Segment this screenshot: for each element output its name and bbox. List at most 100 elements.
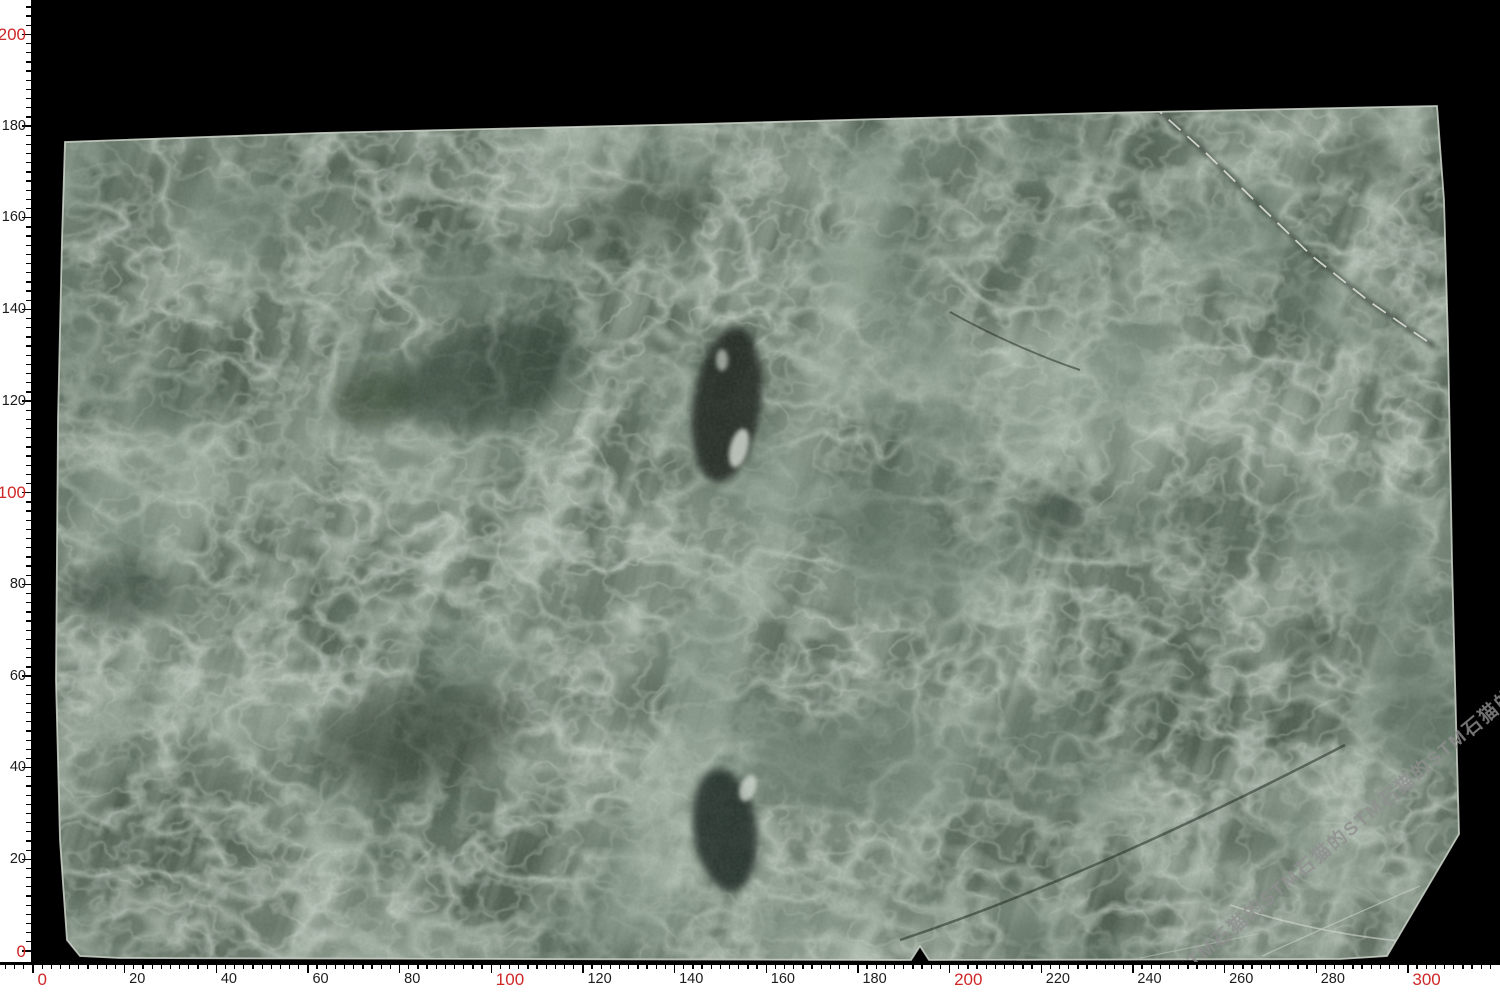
ruler-tick <box>26 776 31 777</box>
ruler-tick <box>371 965 372 970</box>
ruler-tick <box>775 965 776 970</box>
ruler-tick <box>1380 965 1381 970</box>
ruler-tick <box>26 180 31 181</box>
ruler-tick <box>472 965 473 970</box>
ruler-tick <box>619 965 620 970</box>
ruler-tick <box>610 965 611 970</box>
ruler-label: 100 <box>0 484 26 501</box>
ruler-tick <box>766 965 767 974</box>
ruler-tick <box>26 43 31 44</box>
ruler-tick <box>1041 965 1042 974</box>
ruler-label: 60 <box>312 972 328 987</box>
ruler-tick <box>1316 965 1317 974</box>
ruler-tick <box>26 914 31 915</box>
ruler-tick <box>26 840 31 841</box>
ruler-tick <box>1141 965 1142 970</box>
ruler-tick <box>5 965 6 970</box>
ruler-tick <box>582 965 583 974</box>
ruler-tick <box>26 483 31 484</box>
ruler-tick <box>26 740 31 741</box>
ruler-tick <box>1343 965 1344 970</box>
ruler-tick <box>876 965 877 970</box>
ruler-tick <box>289 965 290 970</box>
ruler-tick <box>26 712 31 713</box>
ruler-tick <box>26 437 31 438</box>
ruler-tick <box>1114 965 1115 970</box>
ruler-tick <box>1251 965 1252 970</box>
ruler-label: 160 <box>2 210 26 225</box>
ruler-label: 60 <box>10 669 26 684</box>
ruler-label: 20 <box>129 972 145 987</box>
ruler-label: 160 <box>771 972 795 987</box>
ruler-tick <box>26 70 31 71</box>
ruler-tick <box>252 965 253 970</box>
ruler-tick <box>26 620 31 621</box>
ruler-tick <box>986 965 987 970</box>
ruler-tick <box>1490 965 1491 970</box>
ruler-label: 100 <box>496 971 524 988</box>
ruler-tick <box>69 965 70 970</box>
ruler-label: 260 <box>1229 972 1253 987</box>
ruler-tick <box>78 965 79 970</box>
ruler-tick <box>26 419 31 420</box>
ruler-tick <box>271 965 272 970</box>
ruler-tick <box>26 895 31 896</box>
ruler-tick <box>1297 965 1298 970</box>
ruler-tick <box>536 965 537 970</box>
ruler-tick <box>26 171 31 172</box>
ruler-tick <box>225 965 226 970</box>
ruler-tick <box>26 272 31 273</box>
ruler-tick <box>26 657 31 658</box>
ruler-tick <box>1352 965 1353 970</box>
ruler-tick <box>26 648 31 649</box>
ruler-tick <box>26 373 31 374</box>
ruler-tick <box>1031 965 1032 970</box>
ruler-tick <box>1361 965 1362 970</box>
ruler-tick <box>197 965 198 970</box>
ruler-tick <box>1105 965 1106 970</box>
ruler-tick <box>26 831 31 832</box>
ruler-tick <box>26 190 31 191</box>
ruler-label: 80 <box>10 577 26 592</box>
ruler-tick <box>262 965 263 970</box>
ruler-tick <box>26 98 31 99</box>
ruler-tick <box>518 965 519 970</box>
ruler-tick <box>1334 965 1335 970</box>
ruler-tick <box>26 877 31 878</box>
ruler-tick <box>26 602 31 603</box>
ruler-tick <box>26 465 31 466</box>
ruler-tick <box>381 965 382 970</box>
ruler-tick <box>26 758 31 759</box>
ruler-tick <box>656 965 657 970</box>
ruler-tick <box>967 965 968 970</box>
ruler-tick <box>729 965 730 970</box>
ruler-tick <box>87 965 88 970</box>
ruler-tick <box>1068 965 1069 970</box>
ruler-tick <box>1224 965 1225 974</box>
ruler-tick <box>1416 965 1417 970</box>
ruler-tick <box>637 965 638 970</box>
ruler-tick <box>445 965 446 970</box>
ruler-tick <box>811 965 812 970</box>
slab-scan-viewport: 的STM石猫的STM石猫的STM石猫的STM石猫的STM石猫 020406080… <box>0 0 1500 997</box>
ruler-label: 40 <box>221 972 237 987</box>
ruler-tick <box>1096 965 1097 970</box>
ruler-tick <box>26 703 31 704</box>
ruler-tick <box>976 965 977 970</box>
ruler-tick <box>26 455 31 456</box>
ruler-label: 20 <box>10 852 26 867</box>
ruler-tick <box>1077 965 1078 970</box>
ruler-tick <box>1407 965 1408 974</box>
ruler-tick <box>1306 965 1307 970</box>
ruler-tick <box>26 61 31 62</box>
ruler-tick <box>26 355 31 356</box>
vertical-ruler-axis <box>31 0 34 963</box>
ruler-tick <box>1242 965 1243 970</box>
ruler-tick <box>564 965 565 970</box>
ruler-tick <box>1444 965 1445 970</box>
ruler-label: 200 <box>954 971 982 988</box>
ruler-tick <box>23 965 24 970</box>
ruler-label: 140 <box>679 972 703 987</box>
ruler-tick <box>591 965 592 970</box>
ruler-tick <box>316 965 317 970</box>
